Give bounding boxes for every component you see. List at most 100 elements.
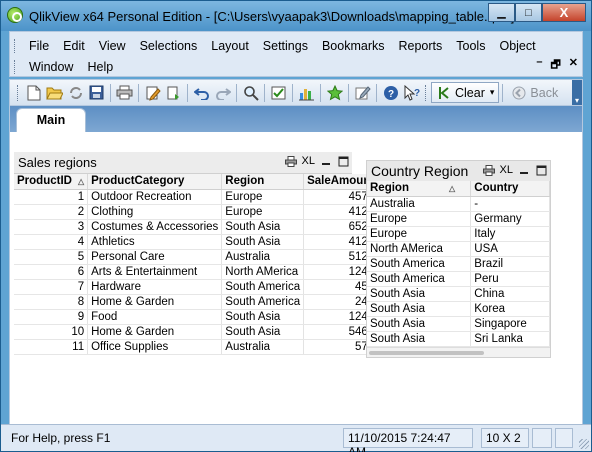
column-header-productcategory[interactable]: ProductCategory: [87, 174, 223, 190]
edit-script-icon[interactable]: [143, 83, 162, 102]
table-cell[interactable]: Australia: [221, 249, 305, 265]
toolbar-overflow-button[interactable]: ▾: [572, 80, 582, 105]
sales-regions-table-box[interactable]: Sales regions XL ProductID △ ProductCate…: [14, 152, 379, 355]
table-cell[interactable]: Australia: [367, 196, 472, 212]
menu-window[interactable]: Window: [23, 60, 81, 74]
table-row[interactable]: 1 Outdoor Recreation Europe 4579: [14, 189, 379, 205]
table-row[interactable]: South America Peru: [367, 271, 550, 287]
table-cell[interactable]: Peru: [470, 271, 550, 287]
menu-settings[interactable]: Settings: [257, 39, 316, 53]
table-row[interactable]: Australia -: [367, 196, 550, 212]
table-row[interactable]: South Asia Sri Lanka: [367, 331, 550, 347]
minimize-icon[interactable]: [320, 155, 332, 167]
table-row[interactable]: 11 Office Supplies Australia 577: [14, 339, 379, 355]
open-folder-icon[interactable]: [45, 83, 64, 102]
table-row[interactable]: Europe Italy: [367, 226, 550, 242]
search-icon[interactable]: [241, 83, 260, 102]
menu-object[interactable]: Object: [493, 39, 543, 53]
table-cell[interactable]: 4: [14, 234, 89, 250]
design-edit-icon[interactable]: [353, 83, 372, 102]
menu-grip[interactable]: [14, 38, 17, 53]
sales-regions-caption[interactable]: Sales regions XL: [14, 152, 352, 174]
table-cell[interactable]: South Asia: [221, 309, 305, 325]
menu-selections[interactable]: Selections: [134, 39, 206, 53]
table-cell[interactable]: Hardware: [87, 279, 223, 295]
table-cell[interactable]: North AMerica: [221, 264, 305, 280]
table-row[interactable]: South Asia Korea: [367, 301, 550, 317]
table-cell[interactable]: Europe: [367, 226, 472, 242]
table-cell[interactable]: USA: [470, 241, 550, 257]
table-cell[interactable]: Food: [87, 309, 223, 325]
new-document-icon[interactable]: [24, 83, 43, 102]
table-row[interactable]: South Asia China: [367, 286, 550, 302]
current-selections-icon[interactable]: [269, 83, 288, 102]
menu-bookmarks[interactable]: Bookmarks: [316, 39, 393, 53]
reload-data-icon[interactable]: [164, 83, 183, 102]
table-cell[interactable]: North AMerica: [367, 241, 472, 257]
table-cell[interactable]: 3: [14, 219, 89, 235]
table-cell[interactable]: South Asia: [367, 286, 472, 302]
table-cell[interactable]: Korea: [470, 301, 550, 317]
back-button[interactable]: Back: [506, 82, 562, 103]
table-cell[interactable]: South Asia: [221, 234, 305, 250]
column-header-region[interactable]: Region △: [367, 181, 472, 197]
table-cell[interactable]: Germany: [470, 211, 550, 227]
table-cell[interactable]: South America: [367, 271, 472, 287]
table-cell[interactable]: Singapore: [470, 316, 550, 332]
resize-grip-icon[interactable]: [579, 439, 589, 449]
table-row[interactable]: 8 Home & Garden South America 241: [14, 294, 379, 310]
doc-minimize-button[interactable]: –: [536, 56, 542, 75]
minimize-icon[interactable]: [518, 164, 530, 176]
table-cell[interactable]: Clothing: [87, 204, 223, 220]
table-row[interactable]: 10 Home & Garden South Asia 5462: [14, 324, 379, 340]
table-cell[interactable]: Arts & Entertainment: [87, 264, 223, 280]
table-cell[interactable]: Home & Garden: [87, 324, 223, 340]
table-cell[interactable]: Athletics: [87, 234, 223, 250]
table-cell[interactable]: Outdoor Recreation: [87, 189, 223, 205]
horizontal-scrollbar[interactable]: [367, 346, 550, 357]
table-cell[interactable]: 10: [14, 324, 89, 340]
table-row[interactable]: 9 Food South Asia 1247: [14, 309, 379, 325]
doc-restore-button[interactable]: 🗗: [550, 56, 560, 75]
title-bar[interactable]: QlikView x64 Personal Edition - [C:\User…: [1, 1, 591, 31]
table-cell[interactable]: South Asia: [221, 219, 305, 235]
table-row[interactable]: 4 Athletics South Asia 4125: [14, 234, 379, 250]
redo-icon[interactable]: [213, 83, 232, 102]
table-cell[interactable]: 7: [14, 279, 89, 295]
table-row[interactable]: South America Brazil: [367, 256, 550, 272]
column-header-productid[interactable]: ProductID △: [14, 174, 89, 190]
menu-help[interactable]: Help: [81, 60, 121, 74]
maximize-icon[interactable]: [535, 164, 547, 176]
menu-tools[interactable]: Tools: [450, 39, 493, 53]
table-row[interactable]: 7 Hardware South America 456: [14, 279, 379, 295]
table-cell[interactable]: Europe: [221, 189, 305, 205]
table-cell[interactable]: South Asia: [367, 331, 472, 347]
country-region-table-box[interactable]: Country Region XL Region △ Country Austr…: [366, 160, 551, 358]
table-cell[interactable]: 2: [14, 204, 89, 220]
table-cell[interactable]: Europe: [367, 211, 472, 227]
table-row[interactable]: 3 Costumes & Accessories South Asia 6521: [14, 219, 379, 235]
undo-icon[interactable]: [192, 83, 211, 102]
menu-view[interactable]: View: [93, 39, 134, 53]
chart-icon[interactable]: [297, 83, 316, 102]
menu-grip[interactable]: [14, 59, 17, 74]
table-row[interactable]: 2 Clothing Europe 4125: [14, 204, 379, 220]
tab-main[interactable]: Main: [16, 108, 86, 132]
table-row[interactable]: 6 Arts & Entertainment North AMerica 1245: [14, 264, 379, 280]
table-cell[interactable]: Brazil: [470, 256, 550, 272]
save-icon[interactable]: [87, 83, 106, 102]
table-cell[interactable]: Costumes & Accessories: [87, 219, 223, 235]
table-cell[interactable]: South Asia: [221, 324, 305, 340]
qlikview-app-icon[interactable]: [7, 7, 23, 23]
scrollbar-thumb[interactable]: [369, 350, 484, 355]
table-cell[interactable]: South America: [367, 256, 472, 272]
table-cell[interactable]: 11: [14, 339, 89, 355]
table-cell[interactable]: South Asia: [367, 316, 472, 332]
table-cell[interactable]: Sri Lanka: [470, 331, 550, 347]
table-cell[interactable]: Italy: [470, 226, 550, 242]
print-icon[interactable]: [284, 155, 297, 167]
minimize-button[interactable]: ▁: [488, 3, 515, 22]
send-to-excel-icon[interactable]: XL: [302, 155, 315, 167]
table-cell[interactable]: South Asia: [367, 301, 472, 317]
table-cell[interactable]: 1: [14, 189, 89, 205]
